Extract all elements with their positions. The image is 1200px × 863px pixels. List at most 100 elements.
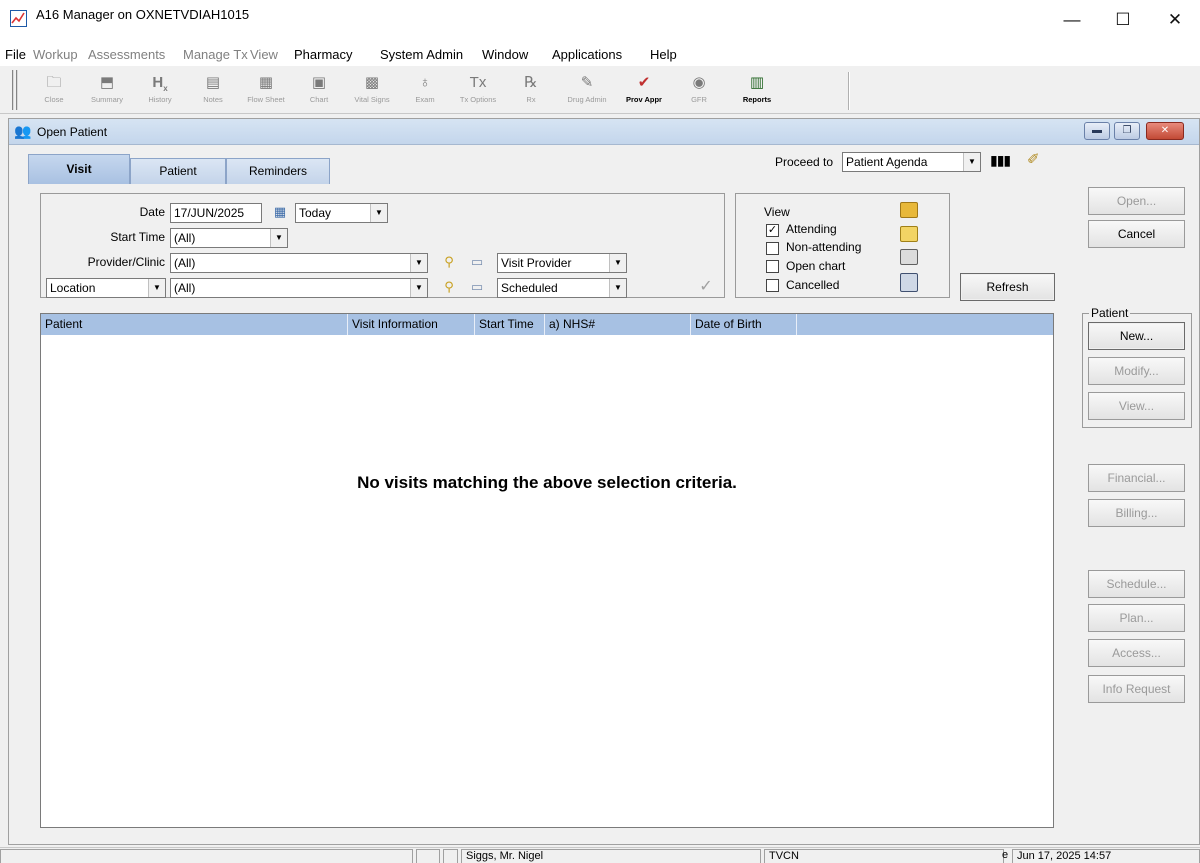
- toolbar-chart-button[interactable]: ▣ Chart: [290, 70, 348, 112]
- folder-icon: 🗀: [46, 74, 62, 91]
- tab-visit[interactable]: Visit: [28, 154, 130, 184]
- toolbar-history-button[interactable]: Hx History: [131, 70, 189, 112]
- open-folder-icon[interactable]: [900, 202, 918, 218]
- date-preset-value: Today: [299, 206, 332, 220]
- folder-icon[interactable]: [900, 226, 918, 242]
- location-value: (All): [174, 281, 196, 295]
- maximize-button[interactable]: ☐: [1108, 10, 1138, 32]
- location-select[interactable]: (All) ▼: [170, 278, 428, 298]
- provappr-icon: ✔: [637, 74, 651, 91]
- provider-clinic-value: (All): [174, 256, 196, 270]
- column-header-blank[interactable]: [797, 314, 1053, 335]
- cancelled-checkbox[interactable]: [766, 279, 779, 292]
- refresh-button[interactable]: Refresh: [960, 273, 1055, 301]
- menu-file[interactable]: File: [5, 47, 26, 62]
- billing-button[interactable]: Billing...: [1088, 499, 1185, 527]
- view-label: View: [764, 205, 790, 219]
- child-window-title: Open Patient: [37, 125, 108, 139]
- cancel-button[interactable]: Cancel: [1088, 220, 1185, 248]
- attending-checkbox[interactable]: ✓: [766, 224, 779, 237]
- modify-patient-button[interactable]: Modify...: [1088, 357, 1185, 385]
- toolbar-gfr-button[interactable]: ◉ GFR: [670, 70, 728, 112]
- column-header-visit-information[interactable]: Visit Information: [348, 314, 475, 335]
- toolbar-exam-button[interactable]: ♁ Exam: [396, 70, 454, 112]
- visit-status-select[interactable]: Scheduled ▼: [497, 278, 627, 298]
- column-header-nhs-number[interactable]: a) NHS#: [545, 314, 691, 335]
- menu-system-admin[interactable]: System Admin: [380, 47, 463, 62]
- toolbar-drugadmin-button[interactable]: ✎ Drug Admin: [558, 70, 616, 112]
- status-panel-message: [0, 849, 413, 863]
- child-title-bar: [9, 119, 1199, 145]
- open-chart-checkbox[interactable]: [766, 260, 779, 273]
- barcode-icon[interactable]: ▮▮▮: [990, 152, 1011, 169]
- toolbar-notes-button[interactable]: ▤ Notes: [184, 70, 242, 112]
- child-close-button[interactable]: ✕: [1146, 122, 1184, 140]
- menu-workup[interactable]: Workup: [33, 47, 78, 62]
- toolbar-reports-button[interactable]: ▥ Reports: [728, 70, 786, 112]
- plan-button[interactable]: Plan...: [1088, 604, 1185, 632]
- visit-status-value: Scheduled: [501, 281, 558, 295]
- menu-pharmacy[interactable]: Pharmacy: [294, 47, 353, 62]
- view-patient-button[interactable]: View...: [1088, 392, 1185, 420]
- date-field[interactable]: 17/JUN/2025: [170, 203, 262, 223]
- menu-view[interactable]: View: [250, 47, 278, 62]
- child-minimize-button[interactable]: ▬: [1084, 122, 1110, 140]
- provider-type-select[interactable]: Visit Provider ▼: [497, 253, 627, 273]
- location-field-value: Location: [50, 281, 96, 295]
- toolbar-grip[interactable]: [12, 70, 18, 110]
- reports-icon: ▥: [749, 74, 765, 91]
- lookup-icon[interactable]: ⚲: [440, 253, 458, 271]
- info-request-button[interactable]: Info Request: [1088, 675, 1185, 703]
- calendar-icon[interactable]: ▦: [271, 203, 289, 221]
- toolbar-summary-button[interactable]: ⬒ Summary: [78, 70, 136, 112]
- toolbar-close-button[interactable]: 🗀 Close: [25, 70, 83, 112]
- status-panel-spacer: [443, 849, 458, 863]
- menu-applications[interactable]: Applications: [552, 47, 622, 62]
- location-field-select[interactable]: Location ▼: [46, 278, 166, 298]
- toolbar-txoptions-button[interactable]: Tx Tx Options: [449, 70, 507, 112]
- column-header-patient[interactable]: Patient: [41, 314, 348, 335]
- txoptions-icon: Tx: [469, 74, 487, 91]
- toolbar-label: Rx: [526, 95, 536, 104]
- access-button[interactable]: Access...: [1088, 639, 1185, 667]
- schedule-button[interactable]: Schedule...: [1088, 570, 1185, 598]
- notes-icon: ▤: [205, 74, 221, 91]
- provider-clinic-select[interactable]: (All) ▼: [170, 253, 428, 273]
- pen-icon[interactable]: ✐: [1027, 150, 1040, 168]
- printer-icon[interactable]: [900, 249, 918, 265]
- close-button[interactable]: ✕: [1160, 10, 1190, 32]
- visit-list[interactable]: [40, 313, 1054, 828]
- financial-button[interactable]: Financial...: [1088, 464, 1185, 492]
- toolbar-label: Prov Appr: [626, 95, 662, 104]
- tab-reminders[interactable]: Reminders: [226, 158, 330, 184]
- empty-list-message: No visits matching the above selection c…: [357, 473, 737, 492]
- lookup-icon[interactable]: ⚲: [440, 278, 458, 296]
- tab-patient[interactable]: Patient: [130, 158, 226, 184]
- new-patient-button[interactable]: New...: [1088, 322, 1185, 350]
- non-attending-checkbox[interactable]: [766, 242, 779, 255]
- menu-manage-tx[interactable]: Manage Tx: [183, 47, 248, 62]
- column-header-date-of-birth[interactable]: Date of Birth: [691, 314, 797, 335]
- checkmark-icon[interactable]: ✓: [697, 278, 715, 296]
- toolbar-provappr-button[interactable]: ✔ Prov Appr: [615, 70, 673, 112]
- chevron-down-icon: ▼: [270, 229, 287, 247]
- menu-assessments[interactable]: Assessments: [88, 47, 165, 62]
- film-icon[interactable]: [900, 273, 918, 292]
- list-icon[interactable]: ▭: [468, 278, 486, 296]
- start-time-select[interactable]: (All) ▼: [170, 228, 288, 248]
- list-icon[interactable]: ▭: [468, 253, 486, 271]
- child-restore-button[interactable]: ❐: [1114, 122, 1140, 140]
- menu-help[interactable]: Help: [650, 47, 677, 62]
- toolbar-flowsheet-button[interactable]: ▦ Flow Sheet: [237, 70, 295, 112]
- minimize-button[interactable]: —: [1057, 10, 1087, 32]
- chart-icon: ▣: [311, 74, 327, 91]
- date-preset-select[interactable]: Today ▼: [295, 203, 388, 223]
- column-header-start-time[interactable]: Start Time: [475, 314, 545, 335]
- toolbar-rx-button[interactable]: ℞ Rx: [502, 70, 560, 112]
- proceed-to-select[interactable]: Patient Agenda ▼: [842, 152, 981, 172]
- open-button[interactable]: Open...: [1088, 187, 1185, 215]
- status-indicator: e: [1002, 849, 1009, 861]
- menu-window[interactable]: Window: [482, 47, 528, 62]
- toolbar-vitalsigns-button[interactable]: ▩ Vital Signs: [343, 70, 401, 112]
- rx-icon: ℞: [524, 74, 538, 91]
